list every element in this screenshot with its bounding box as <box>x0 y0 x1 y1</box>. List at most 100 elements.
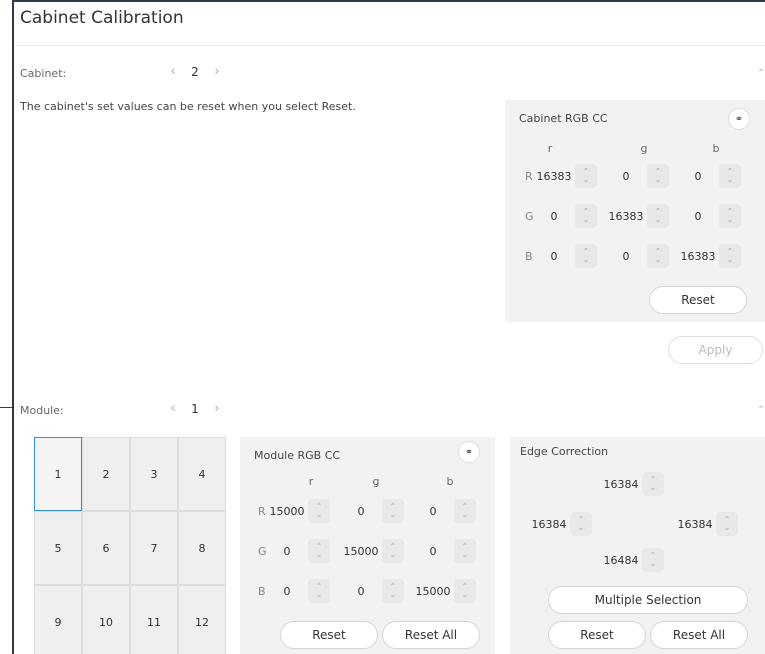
apply-button[interactable]: Apply <box>668 336 763 364</box>
spin-stepper-icon[interactable]: ⌃ ⌄ <box>719 164 741 188</box>
mod-br-spin[interactable]: 0 ⌃ ⌄ <box>266 579 330 603</box>
spin-stepper-icon[interactable]: ⌃ ⌄ <box>575 244 597 268</box>
col-head-g: g <box>640 142 648 155</box>
cab-gr-spin[interactable]: 0 ⌃ ⌄ <box>533 204 597 228</box>
mod-rr-spin[interactable]: 15000 ⌃ ⌄ <box>266 499 330 523</box>
module-prev-button[interactable]: ‹ <box>165 401 181 416</box>
window-top-border <box>12 0 765 2</box>
cabinet-collapse-icon[interactable]: ⌃ <box>757 68 765 79</box>
module-cell[interactable]: 5 <box>34 511 82 585</box>
edge-top-spin[interactable]: 16384 ⌃ ⌄ <box>600 472 664 496</box>
cabinet-label: Cabinet: <box>20 67 67 80</box>
cabinet-prev-button[interactable]: ‹ <box>165 64 181 79</box>
cab-rr-spin[interactable]: 16383 ⌃ ⌄ <box>533 164 597 188</box>
spin-stepper-icon[interactable]: ⌃ ⌄ <box>575 164 597 188</box>
module-cell[interactable]: 4 <box>178 437 226 511</box>
spin-stepper-icon[interactable]: ⌃ ⌄ <box>647 164 669 188</box>
module-cell[interactable]: 12 <box>178 585 226 654</box>
module-reset-button[interactable]: Reset <box>280 621 378 649</box>
module-cell[interactable]: 8 <box>178 511 226 585</box>
module-cell[interactable]: 10 <box>82 585 130 654</box>
cab-bg-spin[interactable]: 0 ⌃ ⌄ <box>605 244 669 268</box>
link-icon[interactable]: ⚭ <box>728 108 750 130</box>
module-selector: ‹ 1 › <box>165 401 225 416</box>
spin-stepper-icon[interactable]: ⌃ ⌄ <box>716 512 738 536</box>
module-grid: 1 2 3 4 5 6 7 8 9 10 11 12 <box>34 437 226 654</box>
col-head-g: g <box>372 475 380 488</box>
module-number: 1 <box>191 401 199 416</box>
col-head-b: b <box>712 142 720 155</box>
cabinet-rgb-cc-title: Cabinet RGB CC <box>519 112 608 125</box>
module-rgb-cc-title: Module RGB CC <box>254 449 341 462</box>
spin-stepper-icon[interactable]: ⌃ ⌄ <box>382 499 404 523</box>
mod-gg-spin[interactable]: 15000 ⌃ ⌄ <box>340 539 404 563</box>
cabinet-reset-button[interactable]: Reset <box>649 286 747 314</box>
edge-reset-all-button[interactable]: Reset All <box>650 621 748 649</box>
cabinet-next-button[interactable]: › <box>209 64 225 79</box>
module-cell[interactable]: 3 <box>130 437 178 511</box>
divider-mark <box>0 407 14 408</box>
mod-gr-spin[interactable]: 0 ⌃ ⌄ <box>266 539 330 563</box>
spin-stepper-icon[interactable]: ⌃ ⌄ <box>647 204 669 228</box>
col-head-b: b <box>446 475 454 488</box>
cab-rg-spin[interactable]: 0 ⌃ ⌄ <box>605 164 669 188</box>
cab-gb-spin[interactable]: 0 ⌃ ⌄ <box>677 204 741 228</box>
cabinet-hint-text: The cabinet's set values can be reset wh… <box>20 100 356 113</box>
spin-stepper-icon[interactable]: ⌃ ⌄ <box>647 244 669 268</box>
module-cell[interactable]: 9 <box>34 585 82 654</box>
spin-stepper-icon[interactable]: ⌃ ⌄ <box>308 539 330 563</box>
cabinet-number: 2 <box>191 64 199 79</box>
cabinet-rgb-cc-panel: Cabinet RGB CC ⚭ r g b R 16383 ⌃ ⌄ 0 ⌃ ⌄ 0 ⌃ ⌄… <box>505 100 765 322</box>
spin-stepper-icon[interactable]: ⌃ ⌄ <box>642 548 664 572</box>
spin-stepper-icon[interactable]: ⌃ ⌄ <box>454 539 476 563</box>
edge-correction-panel: Edge Correction 16384 ⌃ ⌄ 16384 ⌃ ⌄ 16384 ⌃ ⌄ … <box>510 437 765 654</box>
cabinet-selector: ‹ 2 › <box>165 64 225 79</box>
row-head-r: R <box>258 505 266 518</box>
spin-stepper-icon[interactable]: ⌃ ⌄ <box>308 499 330 523</box>
mod-rb-spin[interactable]: 0 ⌃ ⌄ <box>412 499 476 523</box>
spin-stepper-icon[interactable]: ⌃ ⌄ <box>454 499 476 523</box>
title-divider <box>14 45 765 46</box>
row-head-b: B <box>525 250 533 263</box>
edge-reset-button[interactable]: Reset <box>548 621 646 649</box>
module-rgb-cc-panel: Module RGB CC ⚭ r g b R 15000 ⌃ ⌄ 0 ⌃ ⌄ 0 ⌃ ⌄ … <box>240 437 495 654</box>
module-cell[interactable]: 1 <box>34 437 82 511</box>
mod-bb-spin[interactable]: 15000 ⌃ ⌄ <box>412 579 476 603</box>
module-cell[interactable]: 7 <box>130 511 178 585</box>
col-head-r: r <box>308 475 314 488</box>
module-collapse-icon[interactable]: ⌃ <box>757 405 765 416</box>
spin-stepper-icon[interactable]: ⌃ ⌄ <box>308 579 330 603</box>
link-icon[interactable]: ⚭ <box>458 441 480 463</box>
module-cell[interactable]: 6 <box>82 511 130 585</box>
mod-gb-spin[interactable]: 0 ⌃ ⌄ <box>412 539 476 563</box>
spin-stepper-icon[interactable]: ⌃ ⌄ <box>575 204 597 228</box>
mod-rg-spin[interactable]: 0 ⌃ ⌄ <box>340 499 404 523</box>
col-head-r: r <box>547 142 553 155</box>
mod-bg-spin[interactable]: 0 ⌃ ⌄ <box>340 579 404 603</box>
module-reset-all-button[interactable]: Reset All <box>382 621 480 649</box>
edge-bottom-spin[interactable]: 16484 ⌃ ⌄ <box>600 548 664 572</box>
cab-gg-spin[interactable]: 16383 ⌃ ⌄ <box>605 204 669 228</box>
module-label: Module: <box>20 404 64 417</box>
spin-stepper-icon[interactable]: ⌃ ⌄ <box>382 579 404 603</box>
module-cell[interactable]: 2 <box>82 437 130 511</box>
spin-stepper-icon[interactable]: ⌃ ⌄ <box>454 579 476 603</box>
module-next-button[interactable]: › <box>209 401 225 416</box>
spin-stepper-icon[interactable]: ⌃ ⌄ <box>642 472 664 496</box>
spin-stepper-icon[interactable]: ⌃ ⌄ <box>382 539 404 563</box>
edge-left-spin[interactable]: 16384 ⌃ ⌄ <box>528 512 592 536</box>
window-left-border <box>12 0 14 654</box>
page-title: Cabinet Calibration <box>20 8 184 28</box>
spin-stepper-icon[interactable]: ⌃ ⌄ <box>719 244 741 268</box>
module-cell[interactable]: 11 <box>130 585 178 654</box>
cab-bb-spin[interactable]: 16383 ⌃ ⌄ <box>677 244 741 268</box>
row-head-r: R <box>525 170 533 183</box>
edge-right-spin[interactable]: 16384 ⌃ ⌄ <box>674 512 738 536</box>
spin-stepper-icon[interactable]: ⌃ ⌄ <box>719 204 741 228</box>
edge-correction-title: Edge Correction <box>520 445 609 458</box>
row-head-b: B <box>258 585 266 598</box>
cab-rb-spin[interactable]: 0 ⌃ ⌄ <box>677 164 741 188</box>
multiple-selection-button[interactable]: Multiple Selection <box>548 586 748 614</box>
cab-br-spin[interactable]: 0 ⌃ ⌄ <box>533 244 597 268</box>
spin-stepper-icon[interactable]: ⌃ ⌄ <box>570 512 592 536</box>
